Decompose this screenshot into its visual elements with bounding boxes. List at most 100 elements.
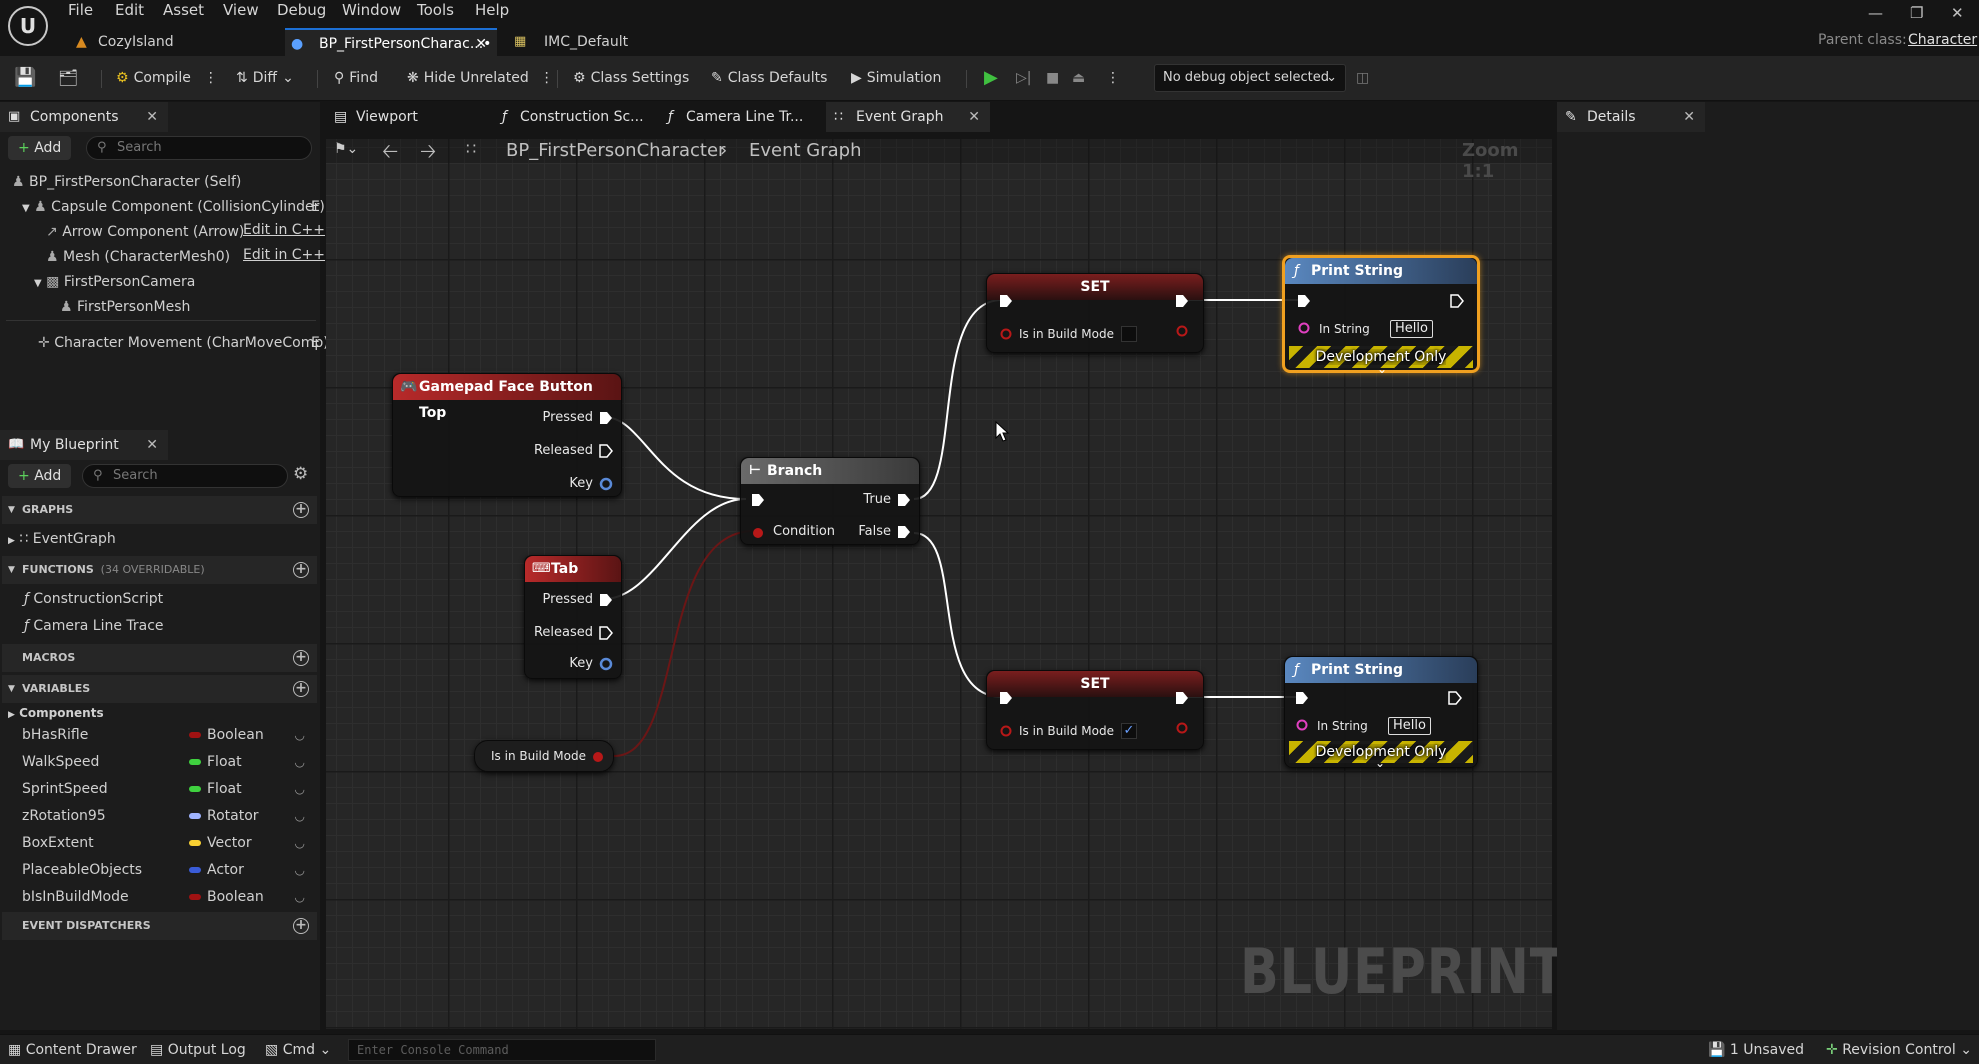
visibility-eye-icon[interactable]: ◡ <box>295 749 305 775</box>
add-component-button[interactable]: + Add <box>8 136 72 160</box>
output-log-button[interactable]: ▤ Output Log <box>150 1041 246 1059</box>
tab-viewport[interactable]: ▤ Viewport <box>326 102 486 132</box>
menu-file[interactable]: File <box>68 0 93 20</box>
class-settings-button[interactable]: ⚙ Class Settings <box>573 68 689 88</box>
variable-item[interactable]: PlaceableObjects Actor ◡ <box>22 857 317 883</box>
parent-class-link[interactable]: Character <box>1908 32 1977 48</box>
graphs-section-header[interactable]: ▼ GRAPHS + <box>2 496 317 524</box>
expand-arrow-icon[interactable]: ▼ <box>22 203 30 214</box>
minimize-icon[interactable]: — <box>1868 4 1883 22</box>
bool-checkbox-checked[interactable]: ✓ <box>1121 723 1137 739</box>
save-icon[interactable]: 💾 <box>14 68 36 88</box>
compile-button[interactable]: ⚙ Compile ⋮ <box>116 68 218 88</box>
eject-icon[interactable]: ⏏ <box>1072 68 1085 88</box>
variables-section-header[interactable]: ▼ VARIABLES + <box>2 675 317 703</box>
step-icon[interactable]: ▷| <box>1016 68 1031 88</box>
play-icon[interactable]: ▶ <box>984 68 998 88</box>
output-pins[interactable] <box>1175 691 1189 741</box>
event-dispatchers-section-header[interactable]: EVENT DISPATCHERS + <box>2 912 317 940</box>
console-command-input[interactable]: Enter Console Command <box>348 1039 656 1061</box>
tree-item-self[interactable]: ♟ BP_FirstPersonCharacter (Self) <box>12 172 241 192</box>
print-string-node-bottom[interactable]: ƒ Print String In String Hello Developme… <box>1284 656 1478 770</box>
function-item[interactable]: ƒ Camera Line Trace <box>24 616 164 636</box>
set-node-top[interactable]: SET Is in Build Mode <box>986 273 1204 353</box>
menu-window[interactable]: Window <box>342 0 401 20</box>
stop-icon[interactable]: ■ <box>1046 68 1059 88</box>
tab-key-event-node[interactable]: ⌨ Tab Pressed Released Key <box>524 555 622 679</box>
revision-control-button[interactable]: ✛ Revision Control ⌄ <box>1826 1041 1972 1059</box>
visibility-eye-icon[interactable]: ◡ <box>295 776 305 802</box>
in-string-input[interactable]: Hello <box>1388 717 1431 735</box>
input-pins[interactable] <box>999 294 1013 344</box>
functions-section-header[interactable]: ▼ FUNCTIONS (34 OVERRIDABLE) + <box>2 556 317 584</box>
truncated-edit-link[interactable]: E <box>311 197 320 217</box>
expand-arrow-icon[interactable]: ▼ <box>34 278 42 289</box>
pins-column[interactable] <box>599 410 613 494</box>
input-pins[interactable] <box>751 492 765 542</box>
content-drawer-button[interactable]: ▦ Content Drawer <box>8 1041 137 1059</box>
truncated-edit-link[interactable]: E <box>311 333 320 353</box>
tab-event-graph[interactable]: ∷ Event Graph ✕ <box>826 102 990 132</box>
event-graph-canvas[interactable]: ⚑⌄ 🡠 🡢 ∷ BP_FirstPersonCharacter › Event… <box>326 139 1564 1029</box>
add-variable-icon[interactable]: + <box>293 681 309 697</box>
doc-tab-imc-default[interactable]: ▦ IMC_Default <box>510 28 660 56</box>
visibility-eye-icon[interactable]: ◡ <box>295 857 305 883</box>
variable-item[interactable]: SprintSpeed Float ◡ <box>22 776 317 802</box>
add-macro-icon[interactable]: + <box>293 650 309 666</box>
variable-item[interactable]: zRotation95 Rotator ◡ <box>22 803 317 829</box>
menu-help[interactable]: Help <box>475 0 509 20</box>
expand-arrow-icon[interactable]: ▶ <box>8 536 15 546</box>
visibility-eye-icon[interactable]: ◡ <box>295 722 305 748</box>
tree-item-mesh[interactable]: ♟ Mesh (CharacterMesh0) <box>46 247 230 267</box>
bool-checkbox-unchecked[interactable] <box>1121 326 1137 342</box>
my-blueprint-tab[interactable]: 📖 My Blueprint ✕ <box>0 430 168 460</box>
edit-in-cpp-link[interactable]: Edit in C++ <box>243 222 325 238</box>
menu-view[interactable]: View <box>223 0 259 20</box>
close-icon[interactable]: ✕ <box>146 430 158 460</box>
find-button[interactable]: ⚲ Find <box>334 68 378 88</box>
menu-tools[interactable]: Tools <box>417 0 454 20</box>
in-string-input[interactable]: Hello <box>1390 320 1433 338</box>
browse-icon[interactable]: 🗂 <box>58 68 78 88</box>
visibility-eye-icon[interactable]: ◡ <box>295 830 305 856</box>
close-window-icon[interactable]: ✕ <box>1951 4 1964 22</box>
components-tab[interactable]: ▣ Components ✕ <box>0 102 168 132</box>
add-member-button[interactable]: + Add <box>8 464 72 488</box>
chevron-down-icon[interactable]: ⌄ <box>1375 756 1385 770</box>
restore-icon[interactable]: ❐ <box>1910 4 1923 22</box>
visibility-eye-icon[interactable]: ◡ <box>295 884 305 910</box>
more-options-icon[interactable]: ⋮ <box>540 68 554 88</box>
hide-unrelated-button[interactable]: ❋ Hide Unrelated ⋮ <box>407 68 554 88</box>
set-node-bottom[interactable]: SET Is in Build Mode ✓ <box>986 670 1204 750</box>
doc-tab-cozyisland[interactable]: ▲ CozyIsland <box>74 28 274 56</box>
variable-item[interactable]: WalkSpeed Float ◡ <box>22 749 317 775</box>
doc-tab-blueprint[interactable]: ● BP_FirstPersonCharac...• ✕ <box>285 28 497 56</box>
print-string-node-top[interactable]: ƒ Print String In String Hello Developme… <box>1282 255 1480 376</box>
unreal-logo-icon[interactable]: U <box>8 6 48 46</box>
edit-in-cpp-link[interactable]: Edit in C++ <box>243 247 325 263</box>
close-icon[interactable]: ✕ <box>475 30 487 58</box>
diff-button[interactable]: ⇅ Diff ⌄ <box>236 68 294 88</box>
menu-edit[interactable]: Edit <box>115 0 144 20</box>
simulation-button[interactable]: ▶ Simulation <box>851 68 941 88</box>
menu-asset[interactable]: Asset <box>163 0 204 20</box>
visibility-eye-icon[interactable]: ◡ <box>295 803 305 829</box>
unsaved-indicator[interactable]: 💾 1 Unsaved <box>1708 1041 1804 1059</box>
input-pins[interactable] <box>999 691 1013 741</box>
tab-construction-script[interactable]: ƒ Construction Sc... <box>490 102 650 132</box>
output-pins[interactable] <box>897 492 911 542</box>
bool-pin[interactable] <box>591 750 605 764</box>
settings-gear-icon[interactable]: ⚙ <box>293 464 308 484</box>
debug-filter-icon[interactable]: ◫ <box>1356 68 1369 88</box>
close-icon[interactable]: ✕ <box>968 102 980 132</box>
macros-section-header[interactable]: MACROS + <box>2 644 317 672</box>
tree-item-arrow[interactable]: ↗ Arrow Component (Arrow) <box>46 222 244 242</box>
details-tab[interactable]: ✎ Details ✕ <box>1557 102 1705 132</box>
add-dispatcher-icon[interactable]: + <box>293 918 309 934</box>
cmd-dropdown[interactable]: ▧ Cmd ⌄ <box>265 1041 331 1059</box>
tree-item-capsule[interactable]: ▼ ♟ Capsule Component (CollisionCylinder… <box>22 197 325 219</box>
my-blueprint-search-input[interactable]: ⚲ Search <box>82 464 288 488</box>
add-graph-icon[interactable]: + <box>293 502 309 518</box>
close-icon[interactable]: ✕ <box>1683 102 1695 132</box>
class-defaults-button[interactable]: ✎ Class Defaults <box>711 68 827 88</box>
